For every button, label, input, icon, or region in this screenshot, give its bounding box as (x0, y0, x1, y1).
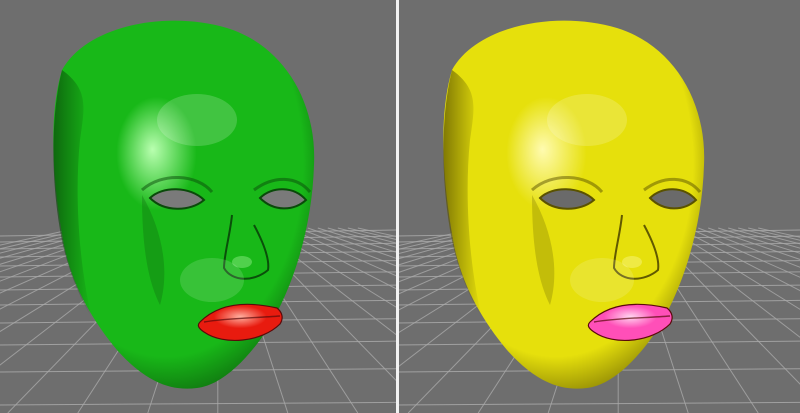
viewport-divider (396, 0, 399, 413)
viewport-left-canvas[interactable] (0, 0, 396, 413)
viewport-left[interactable] (0, 0, 396, 413)
viewport-right-canvas[interactable] (396, 0, 800, 413)
viewport-container (0, 0, 800, 413)
viewport-right[interactable] (396, 0, 800, 413)
